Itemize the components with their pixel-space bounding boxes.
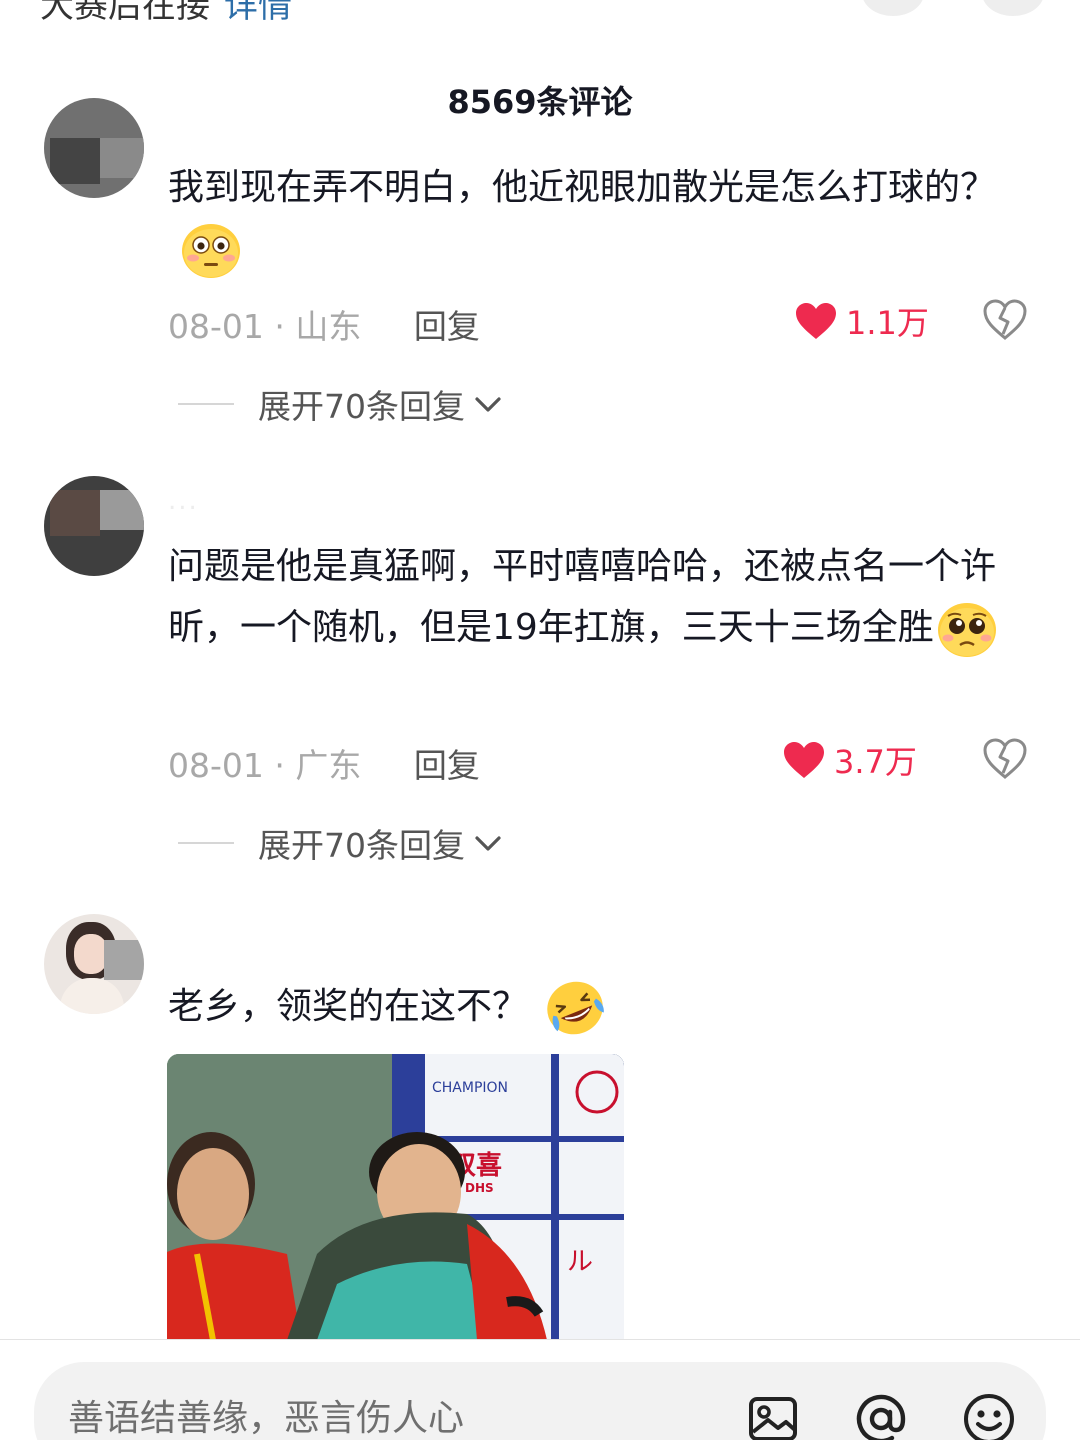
- comment-date: 08-01: [168, 746, 264, 785]
- chevron-down-icon: [475, 836, 501, 851]
- comment-input-bar: [34, 1362, 1046, 1440]
- reply-button[interactable]: 回复: [414, 307, 480, 346]
- pleading-face-emoji-icon: [937, 603, 996, 657]
- comment-text: 老乡，领奖的在这不？: [168, 976, 1038, 1037]
- sign-brand-sub-text: DHS: [465, 1181, 494, 1195]
- clipped-top-link[interactable]: 详情: [224, 0, 292, 26]
- like-button[interactable]: 1.1万: [794, 298, 929, 344]
- expand-replies-label: 展开70条回复: [258, 387, 465, 426]
- comment-image[interactable]: CHAMPION 双喜 DHS ル: [167, 1054, 624, 1340]
- comment-meta: 08-01 · 广东 回复: [168, 739, 480, 787]
- like-count: 1.1万: [846, 304, 929, 342]
- sign-champion-text: CHAMPION: [432, 1080, 508, 1096]
- svg-text:ル: ル: [567, 1247, 593, 1277]
- comment-count-title: 8569条评论: [447, 83, 633, 121]
- comment-location: 广东: [295, 746, 362, 785]
- clipped-top-button-1[interactable]: [862, 0, 924, 16]
- reply-button[interactable]: 回复: [414, 746, 480, 785]
- expand-replies-label: 展开70条回复: [258, 826, 465, 865]
- avatar[interactable]: [44, 476, 144, 576]
- comment-date: 08-01: [168, 307, 264, 346]
- like-count: 3.7万: [834, 743, 917, 781]
- comment-text: 我到现在弄不明白，他近视眼加散光是怎么打球的？: [168, 157, 1038, 279]
- champion-photo: CHAMPION 双喜 DHS ル: [167, 1054, 624, 1340]
- username-obscured: [150, 924, 370, 946]
- comment-text: 问题是他是真猛啊，平时嘻嘻哈哈，还被点名一个许昕，一个随机，但是19年扛旗，三天…: [168, 536, 1038, 658]
- comment-input[interactable]: [68, 1392, 708, 1440]
- meta-separator: ·: [274, 746, 296, 785]
- meta-separator: ·: [274, 307, 296, 346]
- expand-divider-line: [178, 842, 234, 844]
- comment-location: 山东: [295, 307, 362, 346]
- clipped-top-text: 大赛后在接 详情: [40, 0, 292, 27]
- comment-meta: 08-01 · 山东 回复: [168, 300, 480, 348]
- heart-icon: [784, 742, 824, 778]
- image-icon[interactable]: [746, 1392, 800, 1440]
- username-mask: [150, 488, 370, 510]
- flushed-face-emoji-icon: [182, 224, 240, 278]
- dislike-heart-icon[interactable]: [982, 298, 1028, 342]
- rolling-laughing-emoji-icon: [547, 981, 604, 1035]
- top-clipped-strip: 大赛后在接 详情: [0, 0, 1080, 26]
- expand-replies-button[interactable]: 展开70条回复: [178, 819, 503, 867]
- emoji-icon[interactable]: [962, 1392, 1016, 1440]
- avatar[interactable]: [44, 98, 144, 198]
- expand-divider-line: [178, 403, 234, 405]
- mention-icon[interactable]: [854, 1392, 908, 1440]
- heart-icon: [796, 303, 836, 339]
- chevron-down-icon: [475, 397, 501, 412]
- username-obscured: [150, 124, 370, 146]
- like-button[interactable]: 3.7万: [782, 737, 917, 783]
- comments-panel: 大赛后在接详情 8569条评论 我到现在弄不明白，他近视眼加散光是怎么打球的？: [0, 0, 1080, 1440]
- dislike-heart-icon[interactable]: [982, 737, 1028, 781]
- expand-replies-button[interactable]: 展开70条回复: [178, 380, 503, 428]
- input-divider: [0, 1339, 1080, 1340]
- avatar[interactable]: [44, 914, 144, 1014]
- clipped-top-button-2[interactable]: [982, 0, 1044, 16]
